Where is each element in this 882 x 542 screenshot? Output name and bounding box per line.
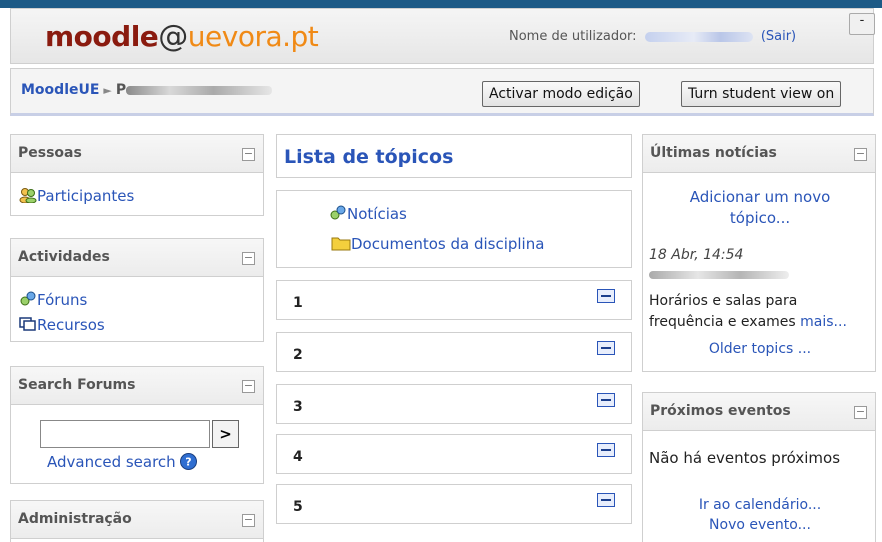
resources-link[interactable]: Recursos	[19, 316, 105, 334]
navbar: MoodleUE ► P Activar modo edição Turn stud…	[10, 68, 874, 116]
logo-domain: uevora.pt	[187, 20, 319, 53]
hide-block-icon[interactable]: −	[242, 380, 255, 393]
block-events-header: Próximos eventos −	[643, 393, 875, 431]
hide-block-icon[interactable]: −	[854, 148, 867, 161]
block-search: Search Forums − > Advanced search ?	[10, 366, 264, 484]
user-name-redacted[interactable]	[644, 31, 753, 42]
student-view-button[interactable]: Turn student view on	[681, 81, 842, 107]
breadcrumb-home[interactable]: MoodleUE	[21, 82, 99, 98]
section-3: 3	[276, 384, 632, 424]
forums-link[interactable]: Fóruns	[19, 291, 87, 309]
older-topics-link[interactable]: Older topics ...	[643, 341, 877, 357]
advanced-search-label: Advanced search	[47, 453, 176, 471]
show-only-topic-icon[interactable]	[597, 493, 615, 507]
no-events-text: Não há eventos próximos	[649, 449, 841, 467]
breadcrumb-separator-icon: ►	[103, 84, 112, 97]
news-forum-label: Notícias	[347, 205, 407, 223]
help-icon[interactable]: ?	[180, 453, 198, 470]
show-only-topic-icon[interactable]	[597, 443, 615, 457]
hide-block-icon[interactable]: −	[242, 148, 255, 161]
block-news-header: Últimas notícias −	[643, 135, 875, 173]
search-go-button[interactable]: >	[212, 420, 239, 448]
breadcrumb-course-initial: P	[115, 82, 127, 98]
block-search-title: Search Forums	[18, 377, 136, 393]
site-logo[interactable]: moodle@uevora.pt	[45, 19, 319, 54]
breadcrumb-course-redacted	[126, 85, 273, 95]
calendar-link[interactable]: Ir ao calendário...	[643, 497, 877, 513]
add-topic-link[interactable]: Adicionar um novo tópico...	[661, 187, 859, 229]
block-people: Pessoas − Participantes	[10, 134, 264, 216]
section-number: 2	[293, 347, 303, 363]
news-author-redacted	[649, 271, 789, 279]
logout-link[interactable]: (Sair)	[761, 29, 796, 44]
user-label: Nome de utilizador:	[509, 29, 637, 44]
svg-text:?: ?	[186, 456, 192, 469]
block-search-header: Search Forums −	[11, 367, 263, 405]
news-date: 18 Abr, 14:54	[649, 247, 744, 263]
top-strip	[0, 0, 882, 8]
advanced-search-link[interactable]: Advanced search ?	[47, 453, 198, 471]
course-format-title: Lista de tópicos	[284, 146, 454, 168]
section-number: 5	[293, 499, 303, 515]
logo-at: @	[158, 19, 188, 54]
course-title-box: Lista de tópicos	[276, 134, 632, 178]
section-number: 1	[293, 295, 303, 311]
folder-icon	[331, 237, 351, 251]
section-4: 4	[276, 434, 632, 474]
users-icon	[19, 188, 37, 204]
show-only-topic-icon[interactable]	[597, 341, 615, 355]
older-topics-label: Older topics ...	[708, 341, 812, 357]
forums-label: Fóruns	[37, 291, 88, 309]
search-input[interactable]	[40, 420, 210, 448]
forum-icon	[20, 291, 36, 306]
minimize-button[interactable]: -	[849, 13, 875, 35]
section-number: 3	[293, 399, 303, 415]
hide-block-icon[interactable]: −	[242, 514, 255, 527]
news-item: Horários e salas para frequência e exame…	[649, 291, 875, 333]
block-people-header: Pessoas −	[11, 135, 263, 173]
add-topic-label: Adicionar um novo tópico...	[689, 188, 831, 227]
forum-icon	[330, 205, 346, 220]
edit-mode-button[interactable]: Activar modo edição	[482, 81, 640, 107]
participants-link[interactable]: Participantes	[19, 187, 134, 205]
user-info: Nome de utilizador: (Sair)	[509, 29, 796, 44]
resources-icon	[19, 317, 36, 331]
block-admin: Administração −	[10, 500, 264, 542]
show-only-topic-icon[interactable]	[597, 393, 615, 407]
block-activities-title: Actividades	[18, 249, 110, 265]
block-news-title: Últimas notícias	[650, 145, 777, 161]
news-more-link[interactable]: mais...	[800, 314, 847, 330]
calendar-label: Ir ao calendário...	[698, 497, 822, 513]
logo-moodle: moodle	[45, 20, 159, 53]
participants-label: Participantes	[37, 187, 135, 205]
show-only-topic-icon[interactable]	[597, 289, 615, 303]
block-upcoming-events: Próximos eventos − Não há eventos próxim…	[642, 392, 876, 542]
block-events-title: Próximos eventos	[650, 403, 791, 419]
block-activities-header: Actividades −	[11, 239, 263, 277]
site-header: moodle@uevora.pt Nome de utilizador: (Sa…	[10, 8, 875, 64]
topic-0: Notícias Documentos da disciplina	[276, 190, 632, 268]
resources-label: Recursos	[37, 316, 105, 334]
section-1: 1	[276, 280, 632, 320]
section-number: 4	[293, 449, 303, 465]
new-event-label: Novo evento...	[709, 517, 811, 533]
section-5: 5	[276, 484, 632, 524]
hide-block-icon[interactable]: −	[242, 252, 255, 265]
block-latest-news: Últimas notícias − Adicionar um novo tóp…	[642, 134, 876, 372]
hide-block-icon[interactable]: −	[854, 406, 867, 419]
news-headline: Horários e salas para frequência e exame…	[649, 293, 798, 330]
block-admin-title: Administração	[18, 511, 132, 527]
documents-label: Documentos da disciplina	[351, 235, 545, 253]
new-event-link[interactable]: Novo evento...	[643, 517, 877, 533]
block-admin-header: Administração −	[11, 501, 263, 539]
section-2: 2	[276, 332, 632, 372]
breadcrumb: MoodleUE ► P	[21, 82, 273, 98]
news-forum-link[interactable]: Notícias	[329, 205, 407, 223]
block-activities: Actividades − Fóruns Recursos	[10, 238, 264, 342]
documents-link[interactable]: Documentos da disciplina	[331, 235, 544, 253]
block-people-title: Pessoas	[18, 145, 82, 161]
